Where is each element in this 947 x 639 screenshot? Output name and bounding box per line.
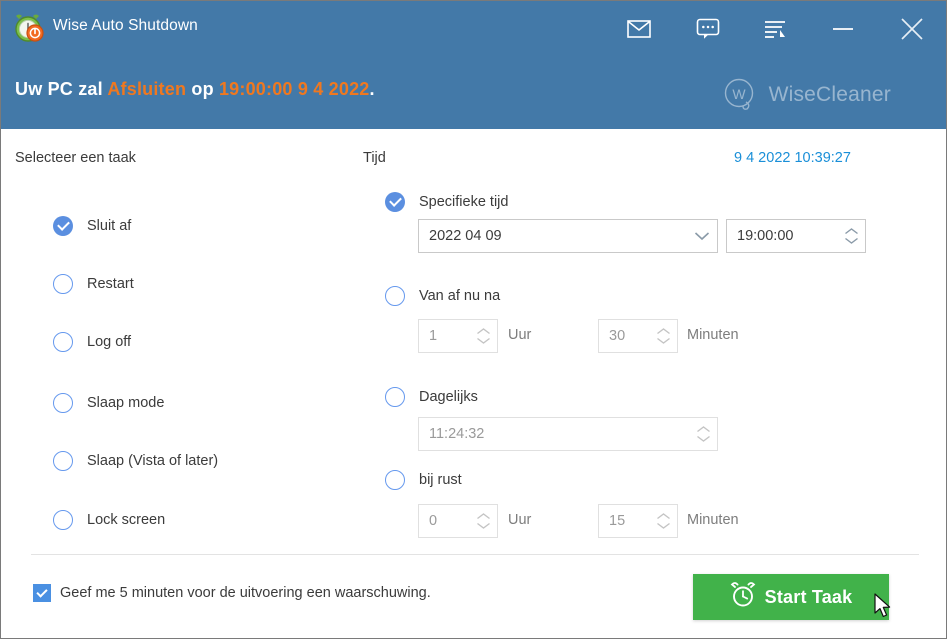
banner-time: 19:00:00 9 4 2022 — [218, 79, 370, 99]
radio-unselected-icon — [385, 470, 405, 490]
task-option-sluit-af[interactable]: Sluit af — [53, 216, 131, 236]
time-mode-van-af-nu-na[interactable]: Van af nu na — [385, 286, 500, 306]
chevron-down-icon[interactable] — [687, 231, 717, 241]
task-option-slaap-vista[interactable]: Slaap (Vista of later) — [53, 451, 218, 471]
radio-unselected-icon — [53, 332, 73, 352]
radio-unselected-icon — [385, 387, 405, 407]
warning-checkbox-label: Geef me 5 minuten voor de uitvoering een… — [60, 585, 431, 601]
brand-name: WiseCleaner — [768, 83, 891, 106]
task-option-label: Slaap (Vista of later) — [87, 453, 219, 469]
on-idle-hours-stepper[interactable]: 0 — [418, 504, 498, 538]
daily-time-stepper[interactable]: 11:24:32 — [418, 417, 718, 451]
status-banner-text: Uw PC zal Afsluiten op 19:00:00 9 4 2022… — [15, 79, 375, 100]
daily-time-value: 11:24:32 — [429, 426, 485, 442]
from-now-minutes-value: 30 — [609, 328, 626, 344]
radio-unselected-icon — [385, 286, 405, 306]
main-content: Selecteer een taak Tijd 9 4 2022 10:39:2… — [1, 129, 946, 638]
task-option-label: Slaap mode — [87, 395, 165, 411]
from-now-hours-value: 1 — [429, 328, 438, 344]
banner-action: Afsluiten — [107, 79, 187, 99]
warning-checkbox-row[interactable]: Geef me 5 minuten voor de uitvoering een… — [33, 584, 431, 602]
status-banner: Uw PC zal Afsluiten op 19:00:00 9 4 2022… — [1, 59, 946, 129]
time-mode-specifieke-tijd[interactable]: Specifieke tijd — [385, 192, 508, 212]
time-mode-dagelijks[interactable]: Dagelijks — [385, 387, 478, 407]
spinner-up-down-icon[interactable] — [649, 505, 677, 537]
current-datetime: 9 4 2022 10:39:27 — [734, 150, 851, 166]
banner-suffix: . — [369, 79, 375, 99]
on-idle-minutes-unit: Minuten — [687, 512, 739, 528]
radio-unselected-icon — [53, 451, 73, 471]
from-now-hours-stepper[interactable]: 1 — [418, 319, 498, 353]
time-mode-label: Dagelijks — [419, 389, 478, 405]
task-panel-label: Selecteer een taak — [15, 150, 136, 166]
alarm-clock-icon — [13, 12, 45, 44]
banner-prefix: Uw PC zal — [15, 79, 108, 99]
radio-unselected-icon — [53, 274, 73, 294]
task-option-restart[interactable]: Restart — [53, 274, 134, 294]
feedback-icon[interactable] — [686, 9, 730, 49]
footer-divider — [31, 554, 919, 555]
start-task-button[interactable]: Start Taak — [693, 574, 889, 620]
task-option-label: Lock screen — [87, 512, 166, 528]
spinner-up-down-icon[interactable] — [649, 320, 677, 352]
app-title: Wise Auto Shutdown — [53, 17, 198, 34]
task-option-lock-screen[interactable]: Lock screen — [53, 510, 165, 530]
menu-icon[interactable] — [753, 9, 797, 49]
radio-unselected-icon — [53, 393, 73, 413]
task-option-log-off[interactable]: Log off — [53, 332, 131, 352]
close-icon[interactable] — [890, 9, 934, 49]
start-task-button-label: Start Taak — [764, 586, 853, 607]
header: Wise Auto Shutdown Uw PC zal Afsluiten o… — [1, 1, 946, 129]
mail-icon[interactable] — [617, 9, 661, 49]
wisecleaner-mark-icon: W — [722, 77, 758, 113]
radio-selected-icon — [53, 216, 73, 236]
time-panel-label: Tijd — [363, 150, 386, 166]
on-idle-minutes-value: 15 — [609, 513, 626, 529]
on-idle-hours-unit: Uur — [508, 512, 532, 528]
on-idle-hours-value: 0 — [429, 513, 438, 529]
time-mode-label: bij rust — [419, 472, 462, 488]
specific-time-value: 19:00:00 — [737, 228, 794, 244]
banner-middle: op — [186, 79, 219, 99]
from-now-minutes-unit: Minuten — [687, 327, 739, 343]
svg-text:W: W — [732, 86, 746, 102]
checkbox-checked-icon[interactable] — [33, 584, 51, 602]
on-idle-minutes-stepper[interactable]: 15 — [598, 504, 678, 538]
task-option-label: Restart — [87, 276, 134, 292]
radio-selected-icon — [385, 192, 405, 212]
minimize-icon[interactable] — [821, 9, 865, 49]
spinner-up-down-icon[interactable] — [837, 220, 865, 252]
alarm-clock-icon — [730, 581, 756, 613]
spinner-up-down-icon[interactable] — [469, 505, 497, 537]
task-option-slaap-mode[interactable]: Slaap mode — [53, 393, 164, 413]
spinner-up-down-icon[interactable] — [689, 418, 717, 450]
time-mode-label: Specifieke tijd — [419, 194, 509, 210]
time-mode-bij-rust[interactable]: bij rust — [385, 470, 462, 490]
specific-date-select[interactable]: 2022 04 09 — [418, 219, 718, 253]
time-mode-label: Van af nu na — [419, 288, 501, 304]
brand-logo: W WiseCleaner — [722, 77, 891, 113]
from-now-hours-unit: Uur — [508, 327, 532, 343]
task-option-label: Log off — [87, 334, 132, 350]
task-option-label: Sluit af — [87, 218, 132, 234]
from-now-minutes-stepper[interactable]: 30 — [598, 319, 678, 353]
spinner-up-down-icon[interactable] — [469, 320, 497, 352]
app-window: Wise Auto Shutdown Uw PC zal Afsluiten o… — [0, 0, 947, 639]
specific-date-value: 2022 04 09 — [429, 228, 502, 244]
title-bar: Wise Auto Shutdown — [1, 1, 946, 59]
specific-time-stepper[interactable]: 19:00:00 — [726, 219, 866, 253]
radio-unselected-icon — [53, 510, 73, 530]
